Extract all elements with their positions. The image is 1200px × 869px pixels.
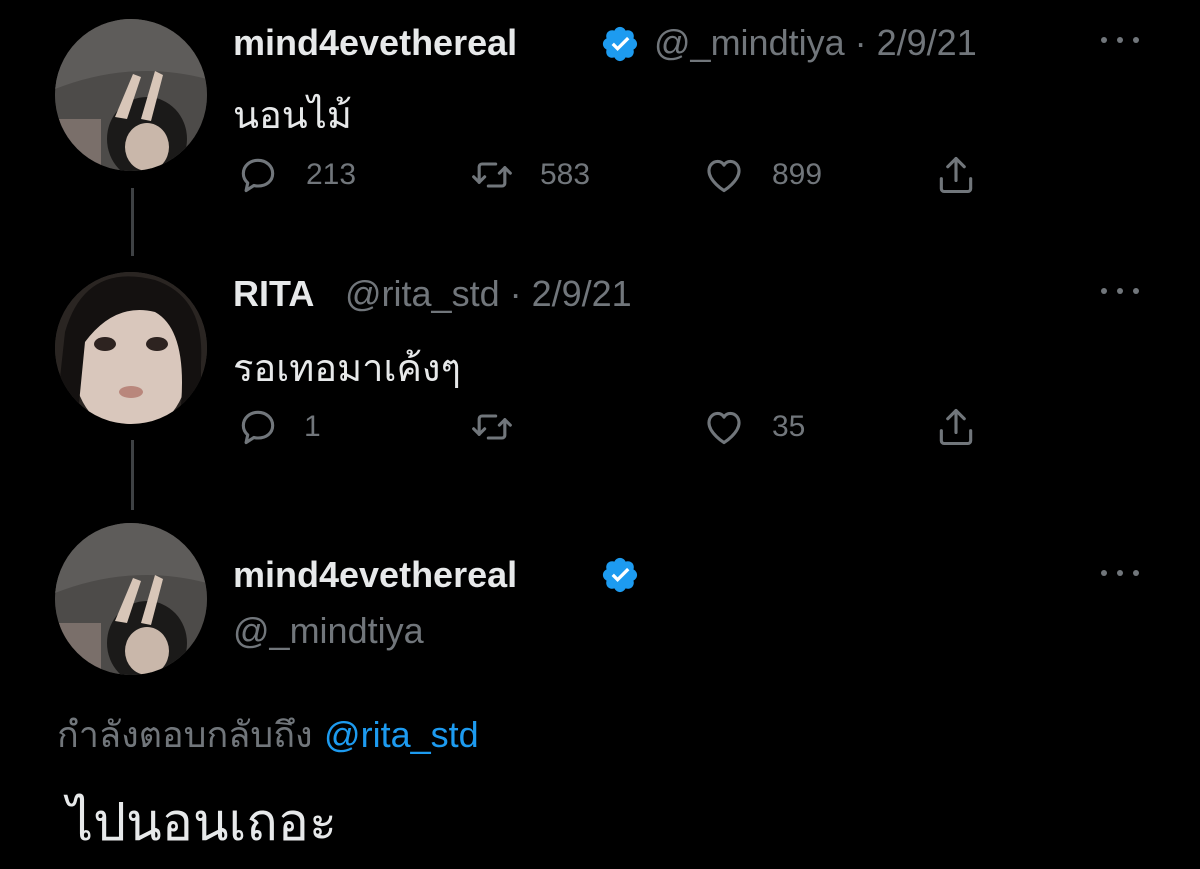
reply-icon: [241, 410, 275, 445]
reply-icon: [241, 158, 275, 193]
retweet-button[interactable]: [470, 405, 540, 449]
avatar[interactable]: [55, 19, 207, 171]
display-name[interactable]: mind4evethereal: [233, 22, 517, 64]
retweet-button[interactable]: 583: [470, 153, 590, 197]
retweet-icon: [472, 162, 512, 188]
retweet-count: 583: [540, 158, 591, 191]
reply-button[interactable]: 1: [236, 405, 321, 449]
like-count: 899: [772, 158, 823, 191]
timestamp[interactable]: 2/9/21: [877, 22, 977, 63]
share-button[interactable]: [934, 153, 978, 197]
timestamp[interactable]: 2/9/21: [532, 273, 632, 314]
share-icon: [939, 156, 973, 194]
tweet-text: ไปนอนเถอะ: [67, 793, 337, 853]
display-name[interactable]: mind4evethereal: [233, 554, 517, 596]
handle[interactable]: @_mindtiya: [654, 22, 845, 63]
retweet-icon: [472, 414, 512, 440]
avatar[interactable]: [55, 523, 207, 675]
like-button[interactable]: 899: [702, 153, 822, 197]
reply-count: 213: [306, 158, 357, 191]
thread-line: [131, 188, 134, 256]
tweet-meta: @_mindtiya · 2/9/21: [654, 22, 977, 64]
like-icon: [707, 411, 741, 445]
separator-dot: ·: [499, 273, 532, 314]
share-icon: [939, 408, 973, 446]
like-button[interactable]: 35: [702, 405, 805, 449]
more-icon[interactable]: [1098, 567, 1142, 579]
tweet-meta: @rita_std · 2/9/21: [345, 273, 632, 315]
handle[interactable]: @_mindtiya: [233, 610, 424, 652]
more-icon[interactable]: [1098, 285, 1142, 297]
display-name[interactable]: RITA: [233, 273, 314, 315]
avatar[interactable]: [55, 272, 207, 424]
more-icon[interactable]: [1098, 34, 1142, 46]
tweet-text: รอเทอมาเค้งๆ: [233, 346, 461, 390]
replying-to: กำลังตอบกลับถึง @rita_std: [57, 706, 479, 763]
separator-dot: ·: [844, 22, 877, 63]
reply-count: 1: [304, 410, 321, 443]
mention-link[interactable]: @rita_std: [324, 714, 479, 755]
handle[interactable]: @rita_std: [345, 273, 500, 314]
verified-badge-icon: [602, 26, 638, 62]
reply-button[interactable]: 213: [236, 153, 356, 197]
like-count: 35: [772, 410, 806, 443]
share-button[interactable]: [934, 405, 978, 449]
like-icon: [707, 159, 741, 193]
verified-badge-icon: [602, 557, 638, 593]
replying-label: กำลังตอบกลับถึง: [57, 715, 313, 756]
tweet-text: นอนไม้: [233, 93, 352, 137]
thread-line: [131, 440, 134, 510]
